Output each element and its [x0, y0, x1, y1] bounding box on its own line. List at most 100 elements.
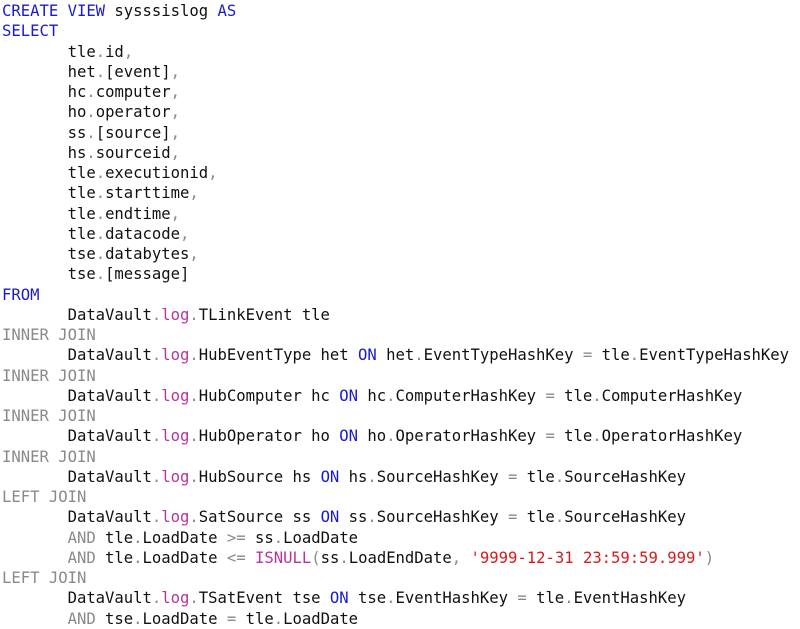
- code-line: tse.[message]: [2, 264, 800, 284]
- code-token-function-name: log: [161, 589, 190, 608]
- code-line: DataVault.log.HubOperator ho ON ho.Opera…: [2, 426, 800, 446]
- code-token-operator: ,: [208, 164, 218, 182]
- code-token-identifier: EventHashKey: [395, 589, 518, 608]
- code-token-keyword: ON: [320, 467, 340, 486]
- code-line: ho.operator,: [2, 102, 800, 122]
- sql-code-editor[interactable]: CREATE VIEW sysssislog AS SELECT tle.id, …: [2, 1, 800, 629]
- code-token-identifier: SourceHashKey: [376, 508, 508, 527]
- code-line: AND tle.LoadDate >= ss.LoadDate: [2, 528, 800, 548]
- code-token-identifier: LoadDate: [142, 528, 227, 547]
- code-token-operator: ,: [170, 62, 181, 81]
- code-token-identifier: [246, 549, 255, 567]
- code-line: LEFT JOIN: [2, 487, 800, 507]
- code-token-operator: .: [86, 103, 96, 122]
- code-token-operator: .: [95, 224, 106, 243]
- code-token-identifier: tle: [554, 386, 593, 405]
- code-token-identifier: [461, 549, 470, 567]
- code-token-operator: ,: [170, 123, 181, 142]
- code-token-identifier: tse: [348, 589, 387, 608]
- code-token-operator: .: [133, 609, 143, 628]
- code-token-identifier: sysssislog: [105, 2, 218, 20]
- code-line: tse.databytes,: [2, 244, 800, 264]
- code-token-function-name: log: [161, 508, 190, 527]
- code-token-operator: .: [189, 589, 199, 608]
- code-token-identifier: tle: [526, 589, 565, 608]
- code-token-identifier: tle: [2, 42, 96, 61]
- code-token-identifier: DataVault: [2, 467, 152, 486]
- code-line: hc.computer,: [2, 82, 800, 102]
- code-token-identifier: computer: [95, 83, 171, 101]
- code-token-operator: .: [151, 508, 162, 527]
- code-line: tle.datacode,: [2, 224, 800, 244]
- code-line: INNER JOIN: [2, 447, 800, 467]
- code-token-identifier: ss: [245, 528, 274, 547]
- code-token-identifier: [2, 549, 68, 567]
- code-token-keyword: SELECT: [2, 22, 59, 41]
- code-token-operator: .: [151, 467, 162, 486]
- code-token-keyword: ON: [358, 346, 377, 365]
- code-token-identifier: hc: [358, 386, 387, 405]
- code-token-identifier: tle: [554, 427, 593, 446]
- code-token-identifier: EventHashKey: [573, 589, 686, 608]
- code-token-operator: <=: [226, 548, 246, 567]
- code-token-operator: ,: [170, 204, 181, 223]
- code-token-identifier: SatSource ss: [198, 508, 321, 527]
- code-token-keyword: ON: [329, 589, 349, 608]
- code-token-identifier: DataVault: [2, 589, 152, 608]
- code-token-identifier: HubSource hs: [198, 467, 321, 486]
- code-token-identifier: tse: [95, 609, 134, 628]
- code-token-operator: ,: [170, 83, 181, 101]
- code-line: DataVault.log.HubEventType het ON het.Ev…: [2, 345, 800, 365]
- code-token-operator: .: [133, 548, 143, 567]
- code-line: DataVault.log.SatSource ss ON ss.SourceH…: [2, 507, 800, 527]
- code-line: DataVault.log.HubSource hs ON hs.SourceH…: [2, 467, 800, 487]
- code-token-operator: =: [582, 346, 593, 365]
- code-token-operator: .: [629, 346, 640, 365]
- code-token-identifier: [event]: [105, 62, 171, 81]
- code-token-identifier: OperatorHashKey: [601, 427, 743, 446]
- code-token-identifier: [message]: [105, 265, 190, 284]
- code-token-join-keyword: AND: [67, 528, 96, 547]
- code-token-join-keyword: INNER JOIN: [2, 447, 96, 466]
- code-token-identifier: tle: [517, 467, 555, 486]
- code-token-operator: .: [151, 427, 162, 446]
- code-token-operator: =: [226, 609, 237, 628]
- code-token-operator: .: [367, 508, 377, 527]
- code-token-join-keyword: INNER JOIN: [2, 326, 96, 344]
- code-line: tle.id,: [2, 42, 800, 62]
- code-token-identifier: [2, 610, 68, 628]
- code-token-operator: .: [95, 204, 106, 223]
- code-token-operator: =: [507, 508, 518, 527]
- code-line: SELECT: [2, 21, 800, 41]
- code-token-identifier: DataVault: [2, 508, 152, 527]
- code-token-keyword: FROM: [2, 285, 40, 304]
- code-token-operator: .: [189, 508, 199, 527]
- code-token-operator: .: [189, 305, 199, 324]
- code-token-identifier: datacode: [105, 224, 181, 243]
- code-line: tle.executionid,: [2, 163, 800, 183]
- code-token-operator: .: [95, 62, 106, 81]
- code-token-identifier: tle: [2, 184, 96, 203]
- code-token-identifier: HubComputer hc: [198, 386, 340, 405]
- code-token-operator: =: [545, 386, 555, 405]
- code-token-operator: =: [545, 427, 555, 446]
- code-token-operator: .: [86, 123, 96, 142]
- code-token-operator: .: [414, 346, 424, 365]
- code-token-identifier: tle: [2, 224, 96, 243]
- code-line: tle.starttime,: [2, 183, 800, 203]
- code-token-identifier: ss: [339, 508, 368, 527]
- code-token-identifier: [2, 529, 68, 547]
- code-token-operator: ,: [451, 548, 462, 567]
- code-token-operator: ,: [123, 42, 134, 61]
- code-token-operator: =: [507, 467, 518, 486]
- code-token-identifier: het: [376, 346, 415, 365]
- code-token-identifier: tle: [236, 609, 274, 628]
- code-token-identifier: DataVault: [2, 427, 152, 446]
- code-token-function-name: ISNULL: [255, 548, 312, 567]
- code-token-join-keyword: AND: [67, 609, 96, 628]
- code-token-operator: .: [564, 589, 574, 608]
- code-token-operator: .: [86, 143, 96, 162]
- code-token-operator: .: [386, 427, 396, 446]
- code-token-identifier: SourceHashKey: [564, 467, 686, 486]
- code-token-operator: .: [592, 427, 602, 446]
